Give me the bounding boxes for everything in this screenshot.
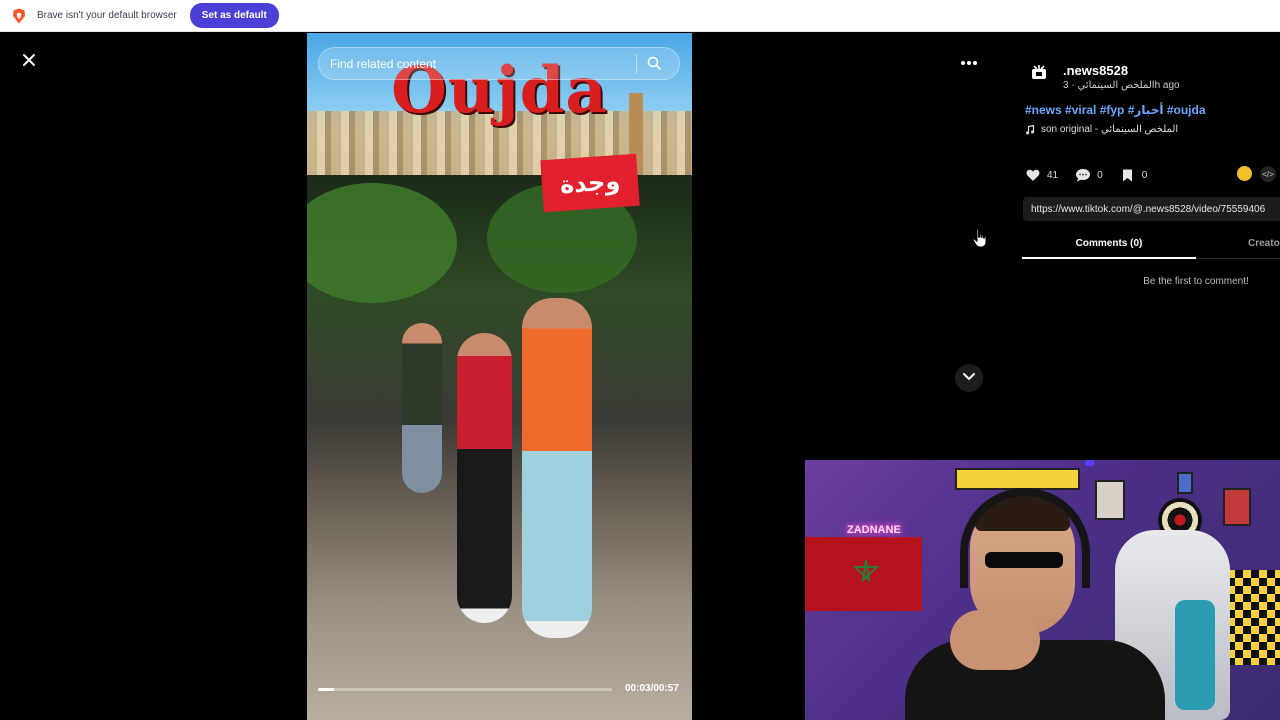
like-count: 41 bbox=[1047, 169, 1059, 181]
video-time-display: 00:03/00:57 bbox=[625, 683, 679, 694]
search-icon[interactable] bbox=[647, 56, 663, 72]
hand-cursor-icon bbox=[972, 228, 988, 248]
more-options-button[interactable] bbox=[955, 48, 983, 76]
streamer-hand bbox=[950, 610, 1040, 670]
tiktok-avatar-icon bbox=[1032, 65, 1046, 79]
music-note-icon bbox=[1025, 124, 1035, 135]
related-search-input[interactable] bbox=[330, 56, 630, 71]
tab-creator-videos[interactable]: Creator videos bbox=[1248, 238, 1280, 249]
video-player[interactable]: Oujda وجدة 00:03/00:57 bbox=[307, 33, 692, 720]
author-subline: الملخص السينمائي · 3h ago bbox=[1063, 80, 1180, 91]
comment-tabs: Comments (0) Creator videos bbox=[1022, 232, 1280, 259]
tab-comments[interactable]: Comments (0) bbox=[1022, 238, 1196, 259]
post-hashtags[interactable]: #news #viral #fyp #أخبار #oujda bbox=[1025, 103, 1206, 117]
sound-label: son original - الملخص السينمائي bbox=[1041, 124, 1179, 135]
post-sound[interactable]: son original - الملخص السينمائي bbox=[1025, 124, 1178, 135]
author-username[interactable]: .news8528 bbox=[1063, 63, 1128, 78]
bookmark-icon bbox=[1120, 167, 1136, 183]
comment-icon bbox=[1075, 167, 1091, 183]
search-divider bbox=[636, 53, 637, 74]
save-count: 0 bbox=[1141, 169, 1148, 181]
chevron-down-icon bbox=[962, 369, 976, 387]
save-button[interactable]: 0 bbox=[1120, 167, 1148, 183]
next-video-button[interactable] bbox=[955, 364, 983, 392]
empty-comments-message: Be the first to comment! bbox=[1143, 276, 1249, 287]
default-browser-infobar: Brave isn't your default browser Set as … bbox=[0, 0, 1280, 32]
video-frame-person bbox=[457, 333, 512, 623]
webcam-poster bbox=[1223, 488, 1251, 526]
webcam-banner bbox=[955, 468, 1080, 490]
comment-button[interactable]: 0 bbox=[1075, 167, 1103, 183]
video-location-badge: وجدة bbox=[540, 153, 640, 213]
video-frame-person bbox=[522, 298, 592, 638]
webcam-poster bbox=[1095, 480, 1125, 520]
video-frame-person bbox=[402, 323, 442, 493]
gaming-chair-accent bbox=[1175, 600, 1215, 710]
coin-icon[interactable] bbox=[1237, 166, 1252, 181]
video-progress-fill bbox=[318, 688, 334, 691]
more-dots-icon bbox=[960, 53, 978, 71]
comment-count: 0 bbox=[1097, 169, 1103, 181]
brave-lion-icon bbox=[12, 8, 26, 24]
like-button[interactable]: 41 bbox=[1025, 167, 1058, 183]
headphones bbox=[960, 488, 1090, 588]
code-icon[interactable]: </> bbox=[1260, 166, 1276, 182]
flag-star-icon bbox=[853, 559, 879, 583]
video-link-field[interactable]: https://www.tiktok.com/@.news8528/video/… bbox=[1023, 197, 1280, 221]
infobar-message: Brave isn't your default browser bbox=[37, 10, 177, 21]
heart-icon bbox=[1025, 167, 1041, 183]
related-search-bar[interactable] bbox=[318, 47, 680, 80]
set-as-default-button[interactable]: Set as default bbox=[189, 3, 279, 28]
author-avatar[interactable] bbox=[1027, 60, 1051, 84]
webcam-light bbox=[1085, 460, 1095, 466]
close-icon bbox=[22, 53, 36, 72]
webcam-poster bbox=[1177, 472, 1193, 494]
close-player-button[interactable] bbox=[15, 48, 43, 76]
streamer-webcam: ZADNANE bbox=[805, 460, 1280, 720]
video-progress-bar[interactable] bbox=[318, 688, 612, 691]
neon-sign: ZADNANE bbox=[847, 524, 901, 536]
